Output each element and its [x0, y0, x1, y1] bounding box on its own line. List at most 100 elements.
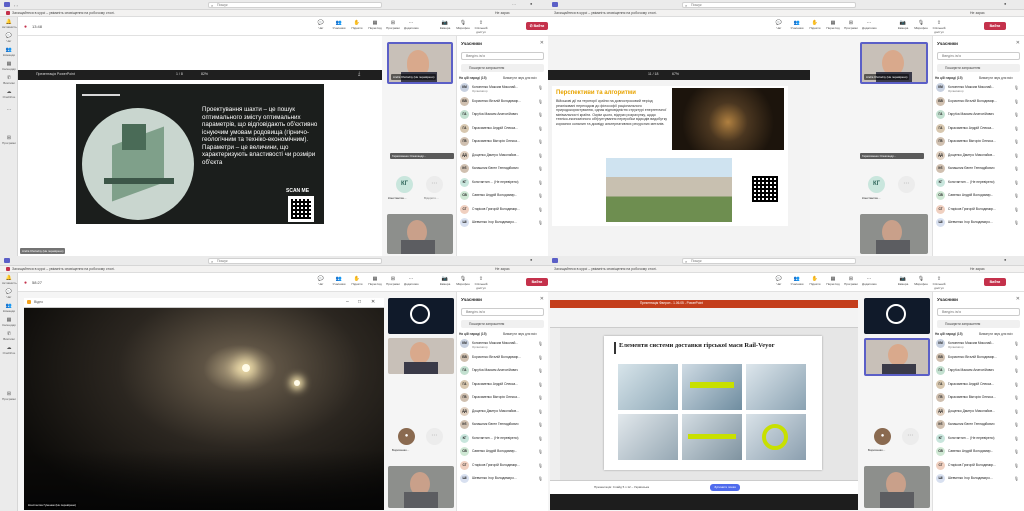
chat-button[interactable]: 💬 Чат [314, 20, 328, 30]
chat-button[interactable]: 💬 Чат [314, 276, 328, 286]
avatar[interactable]: ● [1004, 1, 1006, 6]
raise-hand-button[interactable]: ✋ Підняти [808, 20, 822, 30]
participant-row[interactable]: СГ Старіков Григорій Володимир... 🎙 [460, 460, 546, 472]
rail-calendar[interactable]: ▦ Календар [2, 61, 16, 71]
video-tile[interactable] [864, 466, 930, 508]
rail-activity[interactable]: 🔔 Активність [2, 275, 17, 285]
mic-icon[interactable]: 🎙 [1014, 395, 1019, 400]
mic-icon[interactable]: 🎙 [538, 395, 543, 400]
participant-row[interactable]: СГ Старіков Григорій Володимир... 🎙 [460, 204, 546, 216]
apps-button[interactable]: ⊞ Програми [844, 276, 858, 286]
participant-row[interactable]: КГ Константин ... (Не перевірено) 🎙 [936, 433, 1022, 445]
raise-hand-button[interactable]: ✋ Підняти [808, 276, 822, 286]
mic-button[interactable]: 🎙 Мікрофон [914, 276, 928, 286]
zoom-level[interactable]: 67% [672, 72, 679, 76]
participant-row[interactable]: СГ Старіков Григорій Володимир... 🎙 [936, 460, 1022, 472]
mute-all-button[interactable]: Вимкнути звук для всіх [979, 332, 1013, 336]
participants-button[interactable]: 👥 Учасники [332, 276, 346, 286]
rail-calls[interactable]: ✆ Виклики [2, 75, 16, 85]
rail-more[interactable]: ··· [2, 107, 16, 113]
participant-row[interactable]: КЄ Калашник Євген Геннадійович 🎙 [460, 163, 546, 175]
participants-button[interactable]: 👥 Учасники [332, 20, 346, 30]
camera-button[interactable]: 📷 Камера [896, 276, 910, 286]
participant-row[interactable]: ШІ Шевченко Ігор Володимиро... 🎙 [460, 217, 546, 229]
participant-row[interactable]: ГВ Гарасименко Вікторія Олекса... 🎙 [460, 136, 546, 148]
mic-icon[interactable]: 🎙 [1014, 476, 1019, 481]
leave-button[interactable]: Вийти [526, 278, 548, 286]
participant-row[interactable]: ГА Гарасименко Андрій Олекса... 🎙 [460, 123, 546, 135]
mic-icon[interactable]: 🎙 [538, 436, 543, 441]
in-meeting-header[interactable]: На цій нараді (15) [459, 76, 487, 80]
mute-all-button[interactable]: Вимкнути звук для всіх [503, 332, 537, 336]
mic-icon[interactable]: 🎙 [1014, 207, 1019, 212]
mic-icon[interactable]: 🎙 [538, 409, 543, 414]
participants-button[interactable]: 👥 Учасники [790, 20, 804, 30]
chat-button[interactable]: 💬 Чат [772, 276, 786, 286]
video-tile[interactable] [388, 298, 454, 334]
participant-row[interactable]: ДД Дощенко Дмитро Миколайов... 🎙 [460, 150, 546, 162]
invite-button[interactable]: Поширити запрошення [937, 320, 1020, 328]
mic-icon[interactable]: 🎙 [1014, 422, 1019, 427]
participant-search-input[interactable]: Введіть ім'я [461, 52, 544, 60]
download-icon[interactable]: ⤓ [358, 71, 360, 77]
participant-row[interactable]: БВ Борисенко Віталій Володимир... 🎙 [460, 352, 546, 364]
banner-dismiss[interactable]: Не зараз [495, 10, 509, 16]
rail-calls[interactable]: ✆ Виклики [2, 331, 16, 341]
mic-icon[interactable]: 🎙 [1014, 180, 1019, 185]
participant-row[interactable]: ГА Гаруґка Максим Анатолійович 🎙 [460, 365, 546, 377]
mic-icon[interactable]: 🎙 [538, 382, 543, 387]
mute-all-button[interactable]: Вимкнути звук для всіх [503, 76, 537, 80]
mic-icon[interactable]: 🎙 [1014, 355, 1019, 360]
banner-dismiss[interactable]: Не зараз [970, 266, 984, 272]
camera-button[interactable]: 📷 Камера [896, 20, 910, 30]
mic-button[interactable]: 🎙 Мікрофон [914, 20, 928, 30]
in-meeting-header[interactable]: На цій нараді (15) [459, 332, 487, 336]
participant-row[interactable]: КЄ Калашник Євген Геннадійович 🎙 [936, 419, 1022, 431]
mic-icon[interactable]: 🎙 [538, 207, 543, 212]
apps-button[interactable]: ⊞ Програми [386, 20, 400, 30]
leave-button[interactable]: ✆ Вийти [526, 22, 548, 30]
search-input[interactable]: Пошук [682, 258, 856, 264]
share-button[interactable]: ⇪ Спільний доступ [932, 20, 946, 34]
participant-row[interactable]: ГА Гарасименко Андрій Олекса... 🎙 [936, 123, 1022, 135]
leave-button[interactable]: Вийти [984, 22, 1006, 30]
invite-button[interactable]: Поширити запрошення [461, 64, 544, 72]
search-input[interactable]: Пошук [208, 2, 382, 8]
mic-icon[interactable]: 🎙 [538, 139, 543, 144]
more-icon[interactable]: ··· [512, 2, 516, 7]
close-icon[interactable]: ✕ [540, 40, 544, 46]
participant-row[interactable]: ГВ Гарасименко Вікторія Олекса... 🎙 [936, 136, 1022, 148]
participant-row[interactable]: ГА Гаруґка Максим Анатолійович 🎙 [936, 365, 1022, 377]
rail-chat[interactable]: 💬 Чат [2, 289, 16, 299]
in-meeting-header[interactable]: На цій нараді (15) [935, 76, 963, 80]
more-button[interactable]: ··· Додатково [404, 276, 419, 286]
video-tile[interactable] [387, 214, 453, 254]
participant-row[interactable]: ГА Гаруґка Максим Анатолійович 🎙 [936, 109, 1022, 121]
participant-row[interactable]: БВ Борисенко Віталій Володимир... 🎙 [936, 96, 1022, 108]
participant-row[interactable]: КМ Кононенко Максим Миколай... Організатор… [936, 82, 1022, 94]
participant-row[interactable]: КМ Кононенко Максим Миколай... Організатор… [460, 338, 546, 350]
participant-row[interactable]: ШІ Шевченко Ігор Володимиро... 🎙 [936, 473, 1022, 485]
mic-icon[interactable]: 🎙 [538, 355, 543, 360]
view-button[interactable]: ▦ Перегляд [368, 276, 382, 286]
more-button[interactable]: ··· Додатково [862, 276, 877, 286]
mic-icon[interactable]: 🎙 [538, 463, 543, 468]
participant-row[interactable]: ДД Дощенко Дмитро Миколайов... 🎙 [936, 406, 1022, 418]
participant-row[interactable]: ГА Гарасименко Андрій Олекса... 🎙 [936, 379, 1022, 391]
rail-teams[interactable]: 👥 Команди [2, 47, 16, 57]
mic-icon[interactable]: 🎙 [538, 153, 543, 158]
participant-row[interactable]: ГВ Гарасименко Вікторія Олекса... 🎙 [936, 392, 1022, 404]
participant-search-input[interactable]: Введіть ім'я [461, 308, 544, 316]
apps-button[interactable]: ⊞ Програми [386, 276, 400, 286]
mic-icon[interactable]: 🎙 [538, 112, 543, 117]
more-button[interactable]: ··· Додатково [404, 20, 419, 30]
participant-row[interactable]: КГ Константин ... (Не перевірено) 🎙 [936, 177, 1022, 189]
avatar[interactable]: ● [1004, 257, 1006, 262]
close-icon[interactable]: ✕ [540, 296, 544, 302]
rail-apps[interactable]: ⊞ Програми [2, 135, 16, 145]
video-tile-speaker[interactable] [388, 338, 454, 374]
avatar[interactable]: ● [530, 257, 532, 262]
mic-icon[interactable]: 🎙 [1014, 436, 1019, 441]
invite-button[interactable]: Поширити запрошення [937, 64, 1020, 72]
participant-row[interactable]: ГА Гаруґка Максим Анатолійович 🎙 [460, 109, 546, 121]
